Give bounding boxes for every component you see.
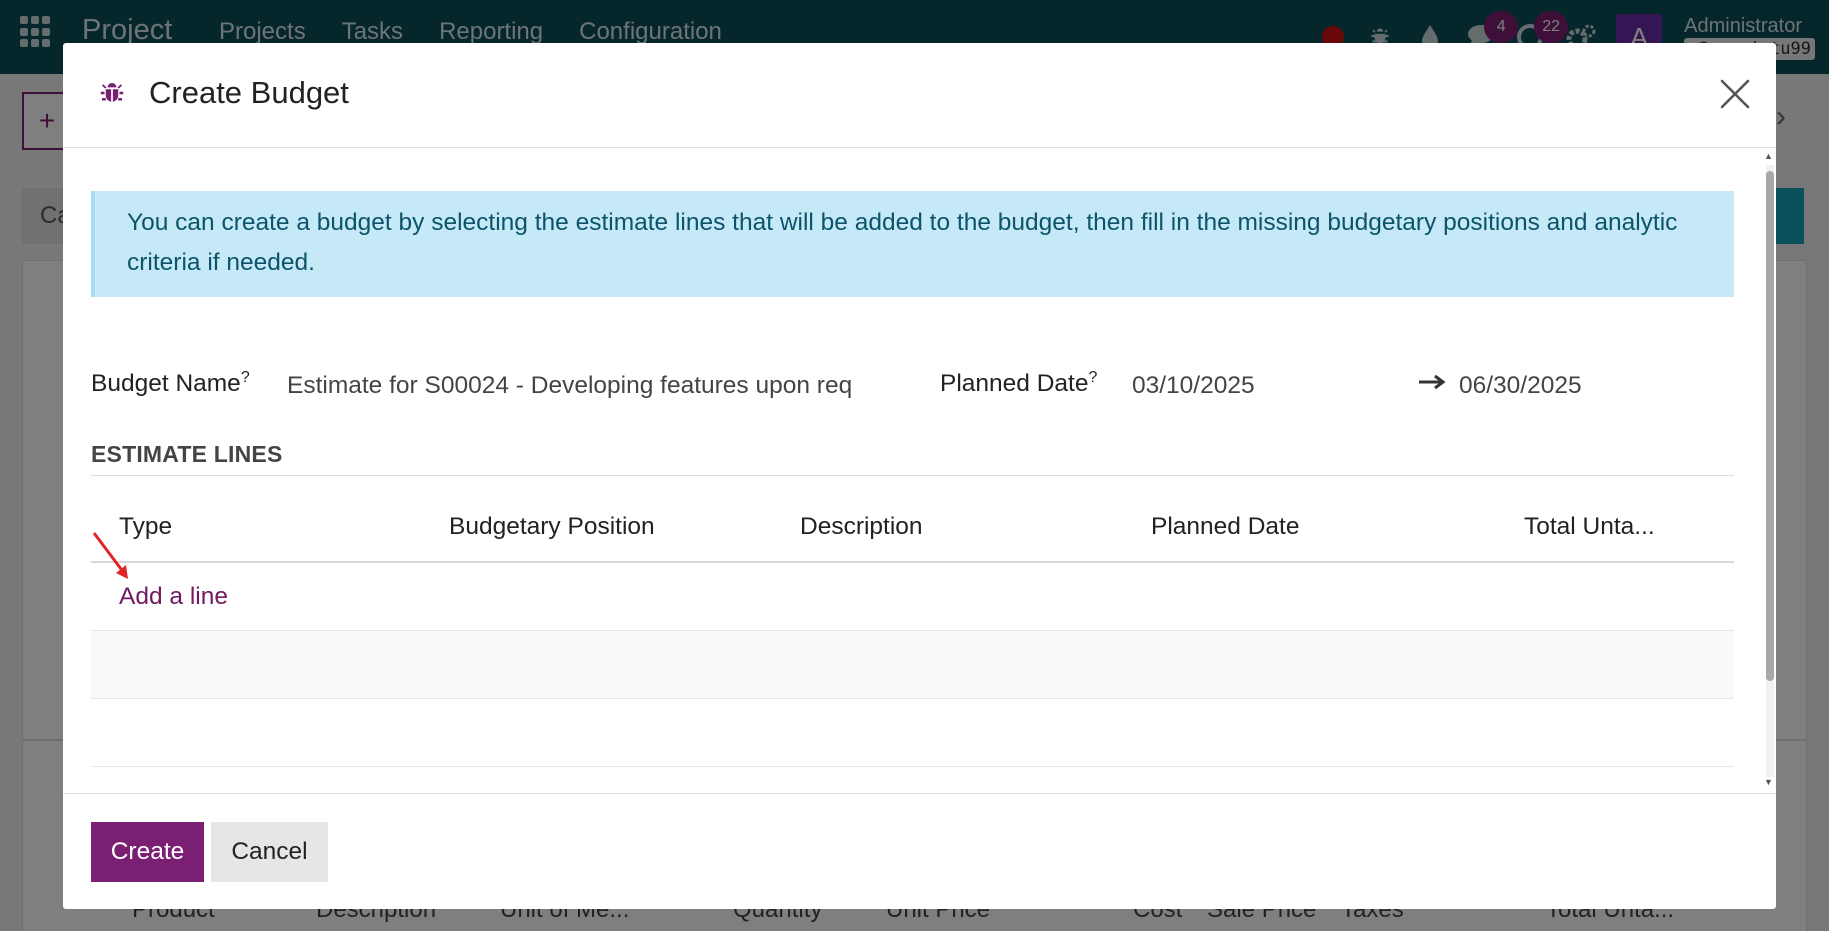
planned-date-start-input[interactable]: 03/10/2025 [1132, 372, 1392, 400]
table-row [91, 699, 1734, 767]
budget-name-input[interactable]: Estimate for S00024 - Developing feature… [287, 372, 947, 400]
column-budgetary-position[interactable]: Budgetary Position [449, 513, 655, 541]
dialog-header: Create Budget [63, 43, 1776, 148]
section-divider [91, 475, 1734, 476]
bug-icon [100, 83, 124, 102]
column-planned-date[interactable]: Planned Date [1151, 513, 1299, 541]
column-total-untaxed[interactable]: Total Unta... [1524, 513, 1655, 541]
column-description[interactable]: Description [800, 513, 923, 541]
dialog-scrollbar[interactable]: ▲ ▼ [1763, 151, 1776, 791]
table-row [91, 631, 1734, 699]
add-line-row: Add a line [91, 563, 1734, 631]
estimate-lines-table: Type Budgetary Position Description Plan… [91, 495, 1734, 767]
dialog-footer: Create Cancel [63, 793, 1776, 909]
scroll-up-icon: ▲ [1764, 151, 1773, 161]
planned-date-end-input[interactable]: 06/30/2025 [1459, 372, 1719, 400]
add-line-link[interactable]: Add a line [119, 583, 228, 611]
arrow-right-icon [1419, 374, 1446, 390]
planned-date-label: Planned Date? [940, 369, 1098, 398]
create-button[interactable]: Create [91, 822, 204, 882]
dialog-body: You can create a budget by selecting the… [63, 149, 1776, 792]
scrollbar-thumb [1766, 171, 1774, 681]
dialog-title: Create Budget [149, 75, 349, 110]
budget-name-label: Budget Name? [91, 369, 250, 398]
scroll-down-icon: ▼ [1764, 777, 1773, 787]
table-header: Type Budgetary Position Description Plan… [91, 495, 1734, 563]
help-tooltip-icon[interactable]: ? [1088, 369, 1097, 386]
cancel-button[interactable]: Cancel [211, 822, 328, 882]
info-alert: You can create a budget by selecting the… [91, 191, 1734, 297]
create-budget-dialog: Create Budget You can create a budget by… [63, 43, 1776, 909]
estimate-lines-heading: ESTIMATE LINES [91, 441, 283, 467]
help-tooltip-icon[interactable]: ? [241, 369, 250, 386]
close-icon[interactable] [1718, 77, 1752, 111]
annotation-arrow-icon [92, 532, 128, 579]
